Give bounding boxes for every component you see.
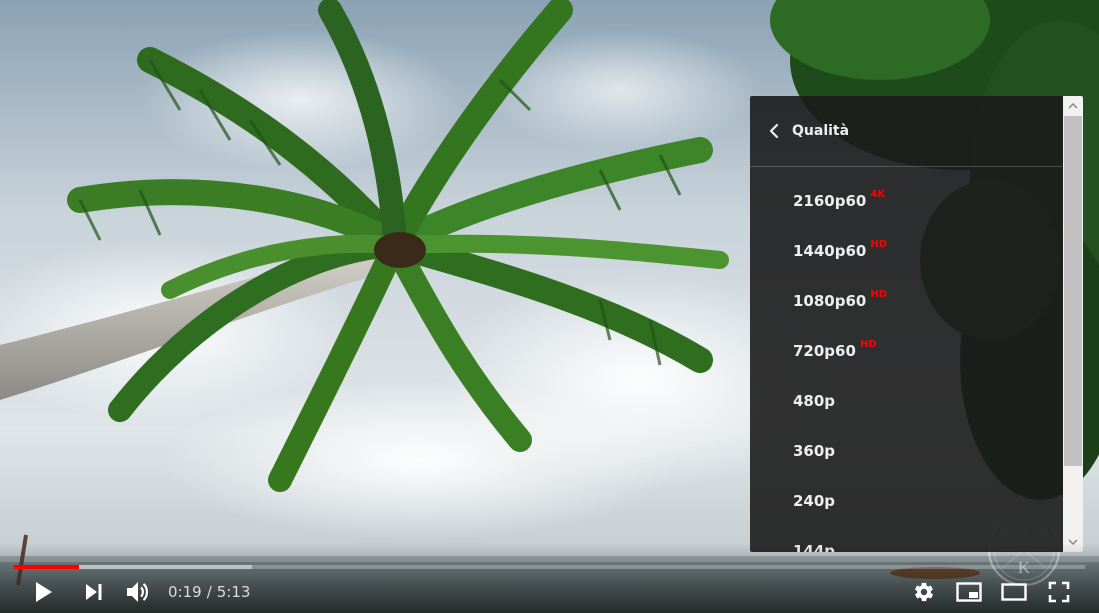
gear-icon	[915, 582, 933, 602]
quality-badge-hd: HD	[870, 238, 888, 250]
quality-option-2160p60[interactable]: 2160p60 4K	[750, 176, 1062, 226]
miniplayer-button[interactable]	[953, 576, 985, 608]
menu-scrollbar[interactable]	[1063, 96, 1083, 552]
settings-button[interactable]	[908, 576, 940, 608]
chevron-left-icon	[769, 123, 779, 139]
play-button[interactable]	[26, 576, 62, 608]
play-icon	[36, 582, 52, 602]
quality-badge-hd: HD	[859, 338, 877, 350]
quality-options-list: 2160p60 4K 1440p60 HD 1080p60 HD 720p60 …	[750, 176, 1062, 553]
quality-option-label: 2160p60	[793, 192, 867, 210]
quality-option-label: 720p60	[793, 342, 856, 360]
quality-option-240p[interactable]: 240p	[750, 476, 1062, 526]
quality-menu: Qualità 2160p60 4K 1440p60 HD 1080p60 HD…	[750, 96, 1083, 552]
progress-bar[interactable]	[14, 565, 1085, 569]
quality-option-480p[interactable]: 480p	[750, 376, 1062, 426]
quality-option-label: 480p	[793, 392, 836, 410]
volume-button[interactable]	[122, 576, 154, 608]
scroll-up-arrow-icon	[1068, 103, 1078, 109]
time-display: 0:19 / 5:13	[168, 576, 250, 608]
quality-badge-hd: HD	[870, 288, 888, 300]
quality-badge-4k: 4K	[870, 188, 886, 200]
fullscreen-button[interactable]	[1043, 576, 1075, 608]
progress-played	[14, 565, 80, 569]
miniplayer-icon	[956, 582, 982, 602]
quality-option-label: 360p	[793, 442, 836, 460]
time-separator: /	[206, 583, 212, 601]
quality-option-label: 240p	[793, 492, 836, 510]
quality-option-label: 1080p60	[793, 292, 867, 310]
next-button[interactable]	[78, 576, 110, 608]
volume-icon	[127, 582, 148, 602]
quality-option-1440p60[interactable]: 1440p60 HD	[750, 226, 1062, 276]
quality-option-1080p60[interactable]: 1080p60 HD	[750, 276, 1062, 326]
current-time: 0:19	[168, 583, 202, 601]
scrollbar-up-button[interactable]	[1063, 96, 1083, 116]
next-icon	[86, 584, 102, 600]
quality-option-label: 1440p60	[793, 242, 867, 260]
video-player[interactable]: J K Qualità 2160p60 4K 1440p60 HD 1080p6…	[0, 0, 1099, 613]
quality-option-720p60[interactable]: 720p60 HD	[750, 326, 1062, 376]
duration: 5:13	[216, 583, 251, 601]
fullscreen-icon	[1048, 581, 1070, 603]
theater-mode-icon	[1001, 583, 1027, 601]
quality-menu-back-button[interactable]: Qualità	[750, 96, 1062, 167]
scrollbar-thumb[interactable]	[1064, 116, 1082, 466]
theater-mode-button[interactable]	[998, 576, 1030, 608]
quality-option-360p[interactable]: 360p	[750, 426, 1062, 476]
quality-menu-title: Qualità	[792, 123, 850, 139]
